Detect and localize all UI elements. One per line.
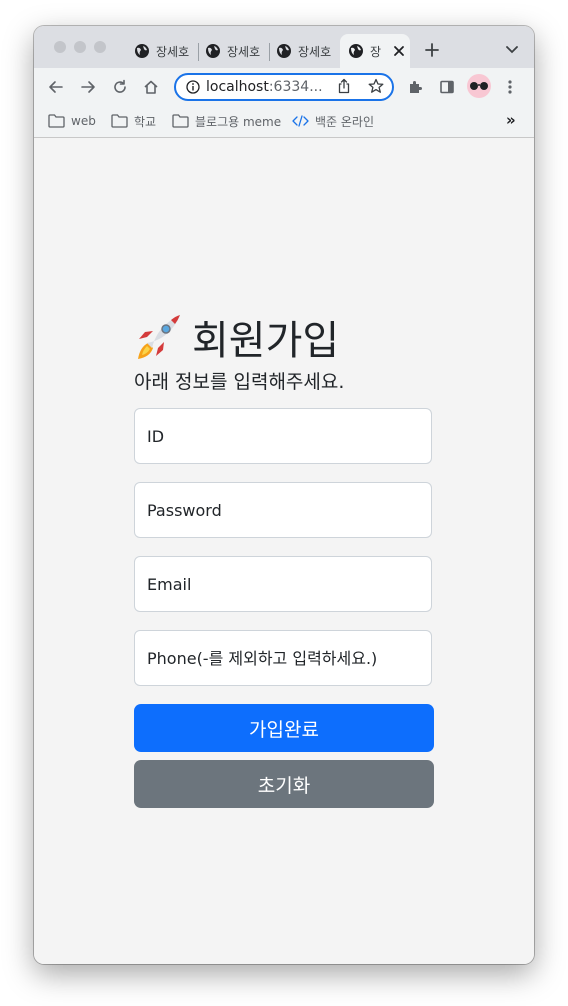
address-bar[interactable]: localhost:6334...	[174, 73, 394, 101]
star-icon[interactable]	[368, 78, 384, 94]
bookmark-school[interactable]: 학교	[111, 111, 156, 131]
tab-separator	[269, 43, 270, 61]
maximize-window-button[interactable]	[94, 41, 106, 53]
home-button[interactable]	[141, 77, 161, 97]
globe-icon	[135, 44, 149, 58]
url-host: localhost	[206, 79, 269, 95]
reload-button[interactable]	[110, 77, 130, 97]
globe-icon	[206, 44, 220, 58]
extensions-icon[interactable]	[407, 79, 423, 95]
folder-icon	[48, 114, 65, 128]
bookmarks-bar: web 학교 블로그용 meme 백준 온라인 »	[34, 106, 534, 138]
kebab-menu-icon[interactable]	[508, 79, 512, 95]
tab-separator	[198, 43, 199, 61]
url-port: :6334...	[268, 79, 323, 95]
rocket-icon	[138, 315, 180, 359]
share-icon[interactable]	[337, 78, 351, 94]
reload-icon	[114, 79, 126, 93]
avatar[interactable]	[467, 74, 491, 98]
code-icon	[292, 115, 309, 127]
globe-icon	[349, 44, 363, 58]
plus-icon[interactable]	[425, 43, 439, 57]
chevron-down-icon[interactable]	[506, 46, 518, 54]
password-input[interactable]	[134, 482, 432, 538]
tab-label: 장	[370, 44, 382, 59]
globe-icon	[277, 44, 291, 58]
page-title: 회원가입	[192, 318, 340, 364]
phone-input[interactable]	[134, 630, 432, 686]
home-icon	[144, 80, 158, 94]
bookmark-label: 학교	[134, 114, 157, 129]
close-window-button[interactable]	[54, 41, 66, 53]
bookmark-blog-meme[interactable]: 블로그용 meme	[172, 111, 281, 131]
tab-2[interactable]: 장세호	[205, 34, 271, 68]
close-tab-icon[interactable]	[393, 45, 405, 57]
browser-window: 장세호 장세호 장세호 장 localhost:6334... web 학교 블…	[34, 26, 534, 964]
minimize-window-button[interactable]	[74, 41, 86, 53]
reset-button[interactable]: 초기화	[134, 760, 434, 808]
tab-label: 장세호	[156, 44, 190, 59]
tab-label: 장세호	[227, 44, 261, 59]
tab-1[interactable]: 장세호	[134, 34, 200, 68]
arrow-left-icon	[49, 81, 63, 93]
tab-active[interactable]: 장	[340, 34, 410, 68]
page-subtitle: 아래 정보를 입력해주세요.	[134, 371, 345, 393]
tab-bar: 장세호 장세호 장세호 장	[34, 26, 534, 68]
folder-icon	[172, 114, 189, 128]
forward-button[interactable]	[78, 77, 98, 97]
page-heading: 회원가입	[134, 308, 339, 366]
bookmark-label: 블로그용 meme	[195, 114, 282, 129]
bookmark-label: 백준 온라인	[315, 114, 375, 129]
url-text: localhost:6334...	[206, 79, 323, 95]
sunglasses-icon	[470, 82, 488, 90]
submit-button[interactable]: 가입완료	[134, 704, 434, 752]
tab-label: 장세호	[298, 44, 332, 59]
bookmark-baekjoon[interactable]: 백준 온라인	[292, 111, 374, 131]
page-content: 회원가입 아래 정보를 입력해주세요. 가입완료 초기화	[34, 138, 534, 964]
back-button[interactable]	[46, 77, 66, 97]
bookmarks-overflow-button[interactable]: »	[506, 110, 516, 130]
folder-icon	[111, 114, 128, 128]
browser-toolbar: localhost:6334...	[34, 68, 534, 106]
bookmark-web[interactable]: web	[48, 111, 96, 131]
tab-3[interactable]: 장세호	[276, 34, 338, 68]
email-input[interactable]	[134, 556, 432, 612]
arrow-right-icon	[81, 81, 95, 93]
id-input[interactable]	[134, 408, 432, 464]
info-icon[interactable]	[186, 80, 200, 94]
side-panel-icon[interactable]	[439, 79, 455, 95]
bookmark-label: web	[71, 114, 96, 128]
